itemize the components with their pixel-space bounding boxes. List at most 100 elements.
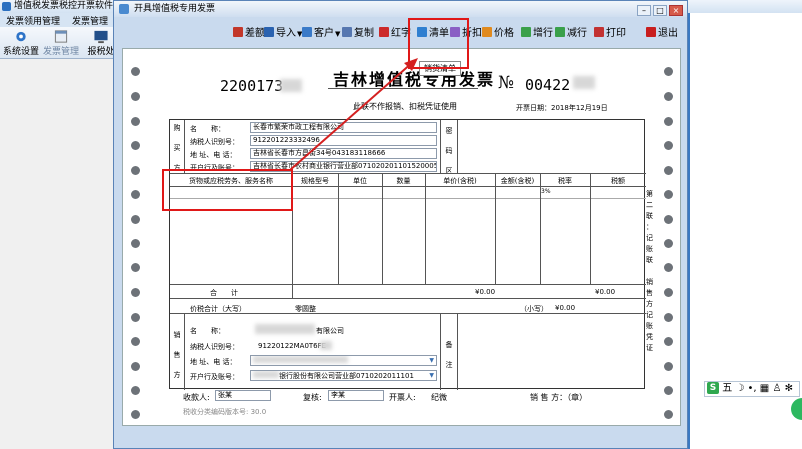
buyer-addr-field[interactable]: 吉林省长春市方昌街34号043183118666 [250,148,437,159]
seller-name-field[interactable]: 有限公司 [316,326,344,336]
toolbar-add-row-button[interactable]: 增行 [521,26,553,42]
row1-tax-rate[interactable]: 3% [541,188,551,195]
copy-note-char: 方 [646,300,653,308]
tax-code-version: 税收分类编码版本号: 30.0 [183,408,267,416]
seller-tax-label: 纳税人识别号： [190,343,239,351]
tractor-hole [131,92,140,101]
ime-logo-icon: S [707,382,719,394]
password-area-label: 密码区 [445,127,453,175]
grid-line [170,298,646,299]
toolbar-print-button[interactable]: 打印 [594,26,626,42]
menu-invoice-receive[interactable]: 发票领用管理 [0,13,66,28]
ime-punct-icon: •, [747,383,757,394]
toolbar-exit-button[interactable]: 退出 [646,26,678,42]
maximize-icon[interactable]: □ [653,5,667,16]
ime-mode: 五 [722,383,733,394]
bg-toolbar: 系统设置 发票管理 报税处 [0,27,120,59]
tractor-hole [664,313,673,322]
toolbar-label: 客户 [314,28,334,39]
column-header: 单位 [353,177,367,185]
tractor-hole [131,313,140,322]
tractor-hole [131,190,140,199]
toolbar-price-button[interactable]: 价格 [482,26,514,42]
invoice-dialog: 开具增值税专用发票 – □ × 差额 导入▼ 客户▼ 复制 红字 清单 折扣 价格 增行 减行 打印 退出… [113,0,688,449]
ime-settings-icon: ✻ [784,383,793,394]
toolbar-copy-button[interactable]: 复制 [342,26,374,42]
copy-note-char: 第 [646,190,653,198]
issue-date: 开票日期：2018年12月19日 [516,103,608,113]
toolbar-label: 退出 [658,28,678,39]
tractor-hole [131,67,140,76]
copy-note-char: 凭 [646,333,653,341]
tractor-hole [131,239,140,248]
copy-note-char: 账 [646,322,653,330]
tool-invoice-manage[interactable]: 发票管理 [42,29,80,59]
tractor-hole [131,386,140,395]
payee-field[interactable]: 张某 [215,390,271,401]
toolbar-diff-button[interactable]: 差额 [233,26,265,42]
tractor-hole [664,141,673,150]
toolbar-customer-button[interactable]: 客户▼ [302,26,340,42]
toolbar-import-button[interactable]: 导入▼ [264,26,302,42]
tractor-hole [664,190,673,199]
dialog-toolbar: 差额 导入▼ 客户▼ 复制 红字 清单 折扣 价格 增行 减行 打印 退出 [114,19,687,47]
tool-label: 发票管理 [42,47,79,57]
seller-addr-dropdown[interactable] [250,355,437,366]
tractor-hole [131,215,140,224]
copy-note-char: 联 [646,212,653,220]
seller-tax-field[interactable]: 91220122MA0T6FE [258,342,326,350]
column-header: 金额(含税) [500,177,535,185]
redacted-number [573,76,595,89]
grid-line [457,120,458,173]
highlight-goods-column [162,169,293,211]
total-amount: ¥0.00 [475,288,496,296]
seller-bank-dropdown[interactable]: 银行股份有限公司营业部0710202011101 [250,370,437,381]
grid-line [457,313,458,390]
toolbar-label: 打印 [606,28,626,39]
tool-system-settings[interactable]: 系统设置 [2,29,40,59]
copy-note-char: 证 [646,344,653,352]
tractor-hole [131,362,140,371]
copy-note-char: 记 [646,234,653,242]
date-value: 2018年12月19日 [551,104,608,112]
grid-line [590,173,591,284]
invoice-paper: 2200173 吉林增值税专用发票 № 00422 此联不作报销、扣税凭证使用 … [122,48,681,426]
buyer-name-field[interactable]: 长春市繁荣市政工程有限公司 [250,122,437,133]
reviewer-field[interactable]: 李某 [328,390,384,401]
grid-line [382,173,383,284]
grid-line [440,313,441,390]
close-icon[interactable]: × [669,5,683,16]
grid-line [170,313,646,314]
dialog-title: 开具增值税专用发票 [134,4,216,14]
tractor-hole [664,239,673,248]
grand-total-small: ¥0.00 [555,304,576,312]
minimize-icon[interactable]: – [637,5,651,16]
grid-line [292,284,293,298]
tractor-hole [131,141,140,150]
seller-addr-label: 地 址、电 话： [190,358,237,366]
invoice-title: 吉林增值税专用发票 [333,70,496,89]
toolbar-red-invoice-button[interactable]: 红字 [379,26,411,42]
redacted-seller-name [255,324,315,334]
grid-line [495,173,496,284]
ime-toolbar[interactable]: S 五 ☽ •, ▦ ♙ ✻ [704,381,800,397]
seller-bank-label: 开户行及账号： [190,373,239,381]
tractor-hole [131,117,140,126]
toolbar-label: 价格 [494,28,514,39]
buyer-tax-field[interactable]: 912201223332496 [250,135,437,146]
redacted-code [280,79,302,92]
add-row-icon [521,27,531,37]
grid-line [425,173,426,284]
drawer-label: 开票人: [389,393,416,402]
invoice-number: 00422 [525,76,571,94]
toolbar-remove-row-button[interactable]: 减行 [555,26,587,42]
tractor-hole [131,410,140,419]
invoice-no-label: № [498,73,515,93]
title-underline [328,88,478,89]
copy-note: 第二联：记账联 销售方记账凭证 [646,189,655,354]
menu-invoice-manage[interactable]: 发票管理 [66,13,114,28]
seller-side-label: 销售方 [173,331,181,379]
dialog-titlebar: 开具增值税专用发票 – □ × [114,1,687,17]
remark-field[interactable] [460,316,643,387]
toolbar-label: 导入 [276,28,296,39]
